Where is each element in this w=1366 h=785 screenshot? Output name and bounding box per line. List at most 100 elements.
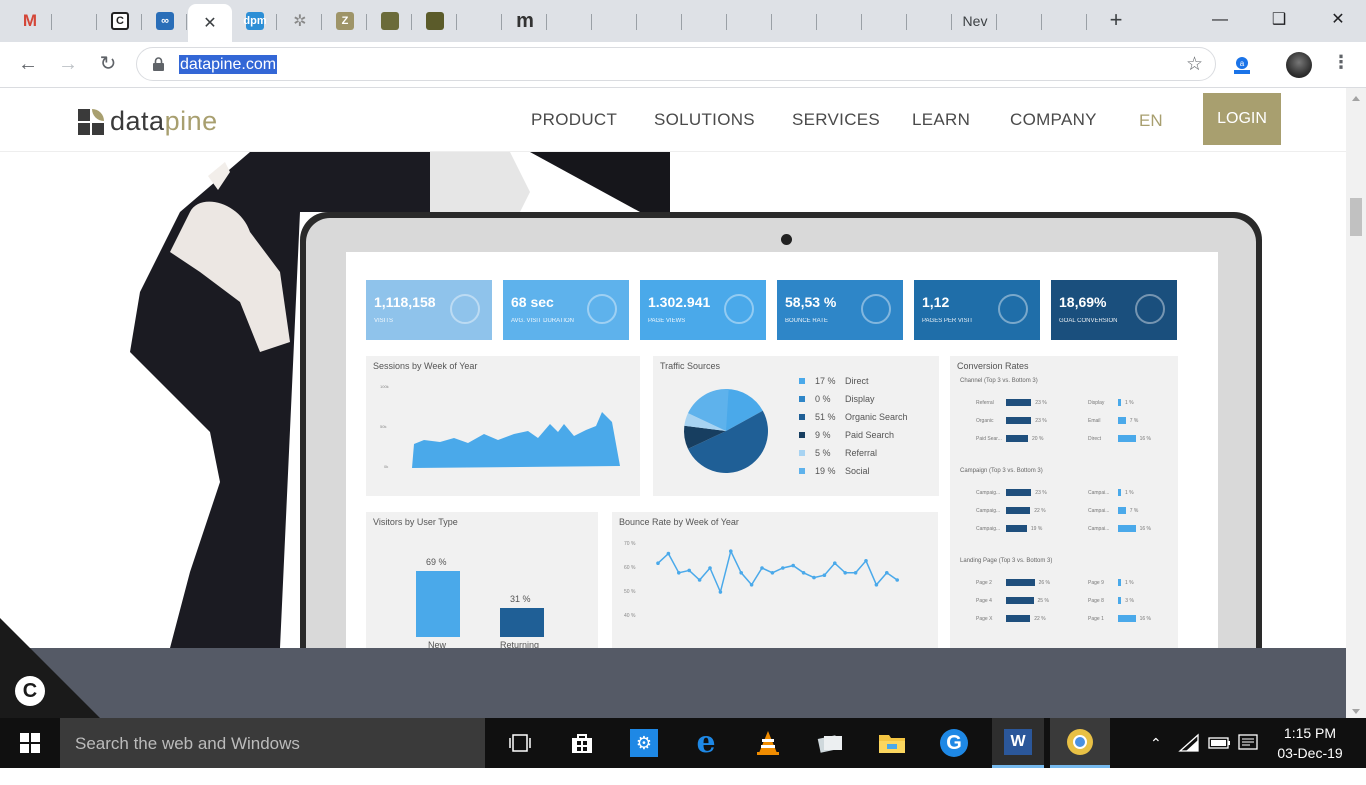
browser-tab[interactable]: [1043, 6, 1087, 36]
browser-tab[interactable]: [548, 6, 592, 36]
site-header: datapine PRODUCT SOLUTIONS SERVICES LEAR…: [0, 88, 1346, 152]
browser-tab[interactable]: [458, 6, 502, 36]
browser-tab[interactable]: [908, 6, 952, 36]
browser-menu-icon[interactable]: ⋮: [1332, 52, 1350, 73]
browser-tab[interactable]: [998, 6, 1042, 36]
start-button[interactable]: [0, 718, 60, 768]
kpi-icon: [450, 294, 480, 324]
browser-toolbar: ← → ↻ datapine.com ☆ a ⋮: [0, 42, 1366, 88]
browser-tab[interactable]: Z: [323, 6, 367, 36]
browser-tab[interactable]: [818, 6, 862, 36]
browser-tab[interactable]: dpm: [233, 6, 277, 36]
bounce-point: [760, 566, 764, 570]
battery-icon[interactable]: [1208, 735, 1232, 785]
nav-services[interactable]: SERVICES: [792, 110, 880, 130]
conversion-bar-value: 25 %: [1037, 598, 1049, 604]
nav-solutions[interactable]: SOLUTIONS: [654, 110, 755, 130]
bookmark-star-icon[interactable]: ☆: [1186, 53, 1203, 76]
browser-tab[interactable]: [863, 6, 907, 36]
conversion-bar-value: 1 %: [1125, 580, 1134, 586]
wifi-icon[interactable]: [1178, 733, 1200, 783]
conversion-bar-label: Page 2: [976, 580, 992, 586]
close-window-button[interactable]: ✕: [1326, 8, 1350, 32]
bounce-point: [656, 561, 660, 565]
lines-icon: [831, 12, 849, 30]
language-selector[interactable]: EN: [1139, 111, 1163, 131]
close-icon: ✕: [203, 15, 217, 32]
vlc-icon[interactable]: [744, 718, 792, 768]
conversion-bar-value: 23 %: [1035, 418, 1047, 424]
conversion-bar-value: 22 %: [1034, 616, 1046, 622]
conversion-bar: [1118, 435, 1136, 442]
datapine-logo[interactable]: datapine: [78, 106, 218, 137]
task-view-icon[interactable]: [496, 718, 544, 768]
login-button[interactable]: LOGIN: [1203, 93, 1281, 145]
store-icon[interactable]: [558, 718, 606, 768]
browser-tab[interactable]: ✕: [188, 4, 232, 42]
new-tab-button[interactable]: +: [1104, 9, 1128, 33]
conversion-title: Conversion Rates: [957, 361, 1029, 371]
lock-icon: [153, 57, 164, 71]
file-explorer-icon[interactable]: [868, 718, 916, 768]
settings-app-icon[interactable]: ⚙: [620, 718, 668, 768]
browser-tab[interactable]: [368, 6, 412, 36]
url-text[interactable]: datapine.com: [179, 55, 278, 74]
snowflake-icon: ✲: [293, 13, 307, 30]
browser-tab[interactable]: [413, 6, 457, 36]
bounce-point: [697, 578, 702, 582]
browser-tab[interactable]: m: [503, 6, 547, 36]
extension-icon[interactable]: a: [1231, 54, 1253, 76]
kpi-value: 58,53 %: [785, 294, 837, 310]
photos-app-icon[interactable]: [806, 718, 854, 768]
action-center-icon[interactable]: [1238, 733, 1258, 783]
traffic-legend-item: 0 % Display: [799, 394, 875, 404]
nav-learn[interactable]: LEARN: [912, 110, 970, 130]
browser-tab[interactable]: Nev: [953, 6, 997, 36]
maximize-button[interactable]: ❑: [1267, 8, 1291, 32]
chrome-active-icon[interactable]: [1050, 718, 1110, 768]
browser-tab[interactable]: [53, 6, 97, 36]
browser-tab[interactable]: [593, 6, 637, 36]
visitor-type-label: Returning: [500, 640, 540, 648]
address-bar[interactable]: datapine.com ☆: [136, 47, 1216, 81]
nav-company[interactable]: COMPANY: [1010, 110, 1097, 130]
browser-tab[interactable]: [728, 6, 772, 36]
page-scrollbar[interactable]: [1346, 88, 1366, 718]
sessions-area-chart: [412, 412, 620, 468]
browser-tab[interactable]: M: [8, 6, 52, 36]
bounce-point: [791, 563, 795, 568]
browser-tab[interactable]: C: [98, 6, 142, 36]
kpi-label: Page views: [648, 318, 686, 324]
sessions-title: Sessions by Week of Year: [373, 361, 478, 371]
minimize-button[interactable]: —: [1208, 8, 1232, 32]
legend-label: Direct: [845, 376, 869, 386]
browser-tab[interactable]: [683, 6, 727, 36]
browser-tab[interactable]: ∞: [143, 6, 187, 36]
browser-tab[interactable]: [638, 6, 682, 36]
word-app-icon[interactable]: W: [992, 718, 1044, 768]
profile-avatar[interactable]: [1286, 52, 1312, 78]
conversion-panel: Conversion Rates Channel (Top 3 vs. Bott…: [950, 356, 1178, 648]
forward-button[interactable]: →: [56, 52, 80, 76]
chrome-app-icon[interactable]: G: [930, 718, 978, 768]
bounce-point: [822, 573, 827, 577]
legend-percent: 51 %: [815, 412, 836, 422]
browser-tab[interactable]: [773, 6, 817, 36]
conversion-bar: [1006, 489, 1032, 496]
reload-button[interactable]: ↻: [96, 52, 120, 76]
nav-product[interactable]: PRODUCT: [531, 110, 617, 130]
taskbar-search-box[interactable]: Search the web and Windows: [60, 718, 485, 768]
taskbar-clock[interactable]: 1:15 PM 03-Dec-19: [1270, 723, 1350, 763]
conversion-bar: [1006, 417, 1032, 424]
sessions-panel: Sessions by Week of Year 100k 50k 0k: [366, 356, 640, 496]
show-hidden-icons[interactable]: ⌃: [1150, 718, 1162, 768]
back-button[interactable]: ←: [16, 52, 40, 76]
visitors-title: Visitors by User Type: [373, 517, 458, 527]
cookie-settings-icon[interactable]: C: [15, 676, 45, 706]
conversion-bar-label: Campaig...: [976, 508, 1001, 514]
clock-date: 03-Dec-19: [1277, 745, 1343, 761]
browser-tab[interactable]: ✲: [278, 6, 322, 36]
scrollbar-thumb[interactable]: [1350, 198, 1362, 236]
edge-icon[interactable]: e: [682, 718, 730, 768]
aperture-icon: [696, 12, 714, 30]
